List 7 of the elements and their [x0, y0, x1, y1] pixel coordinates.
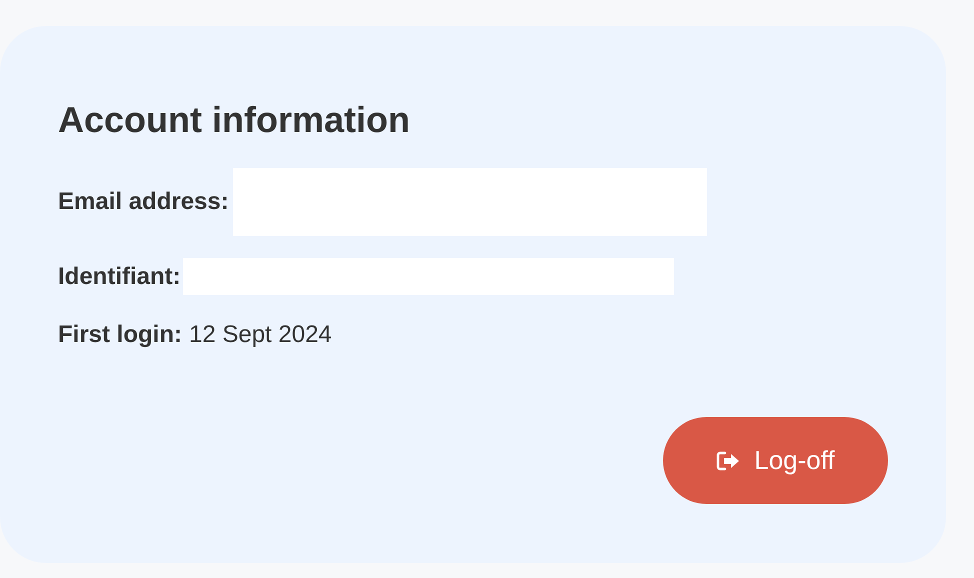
field-value: 12 Sept 2024: [188, 320, 332, 350]
field-label: Identifiant:: [58, 262, 181, 292]
logout-icon: [716, 450, 740, 470]
field-label: First login:: [58, 320, 182, 350]
card-title: Account information: [58, 102, 411, 138]
field-label: Email address:: [58, 187, 229, 217]
logoff-button[interactable]: Log-off: [663, 417, 888, 504]
